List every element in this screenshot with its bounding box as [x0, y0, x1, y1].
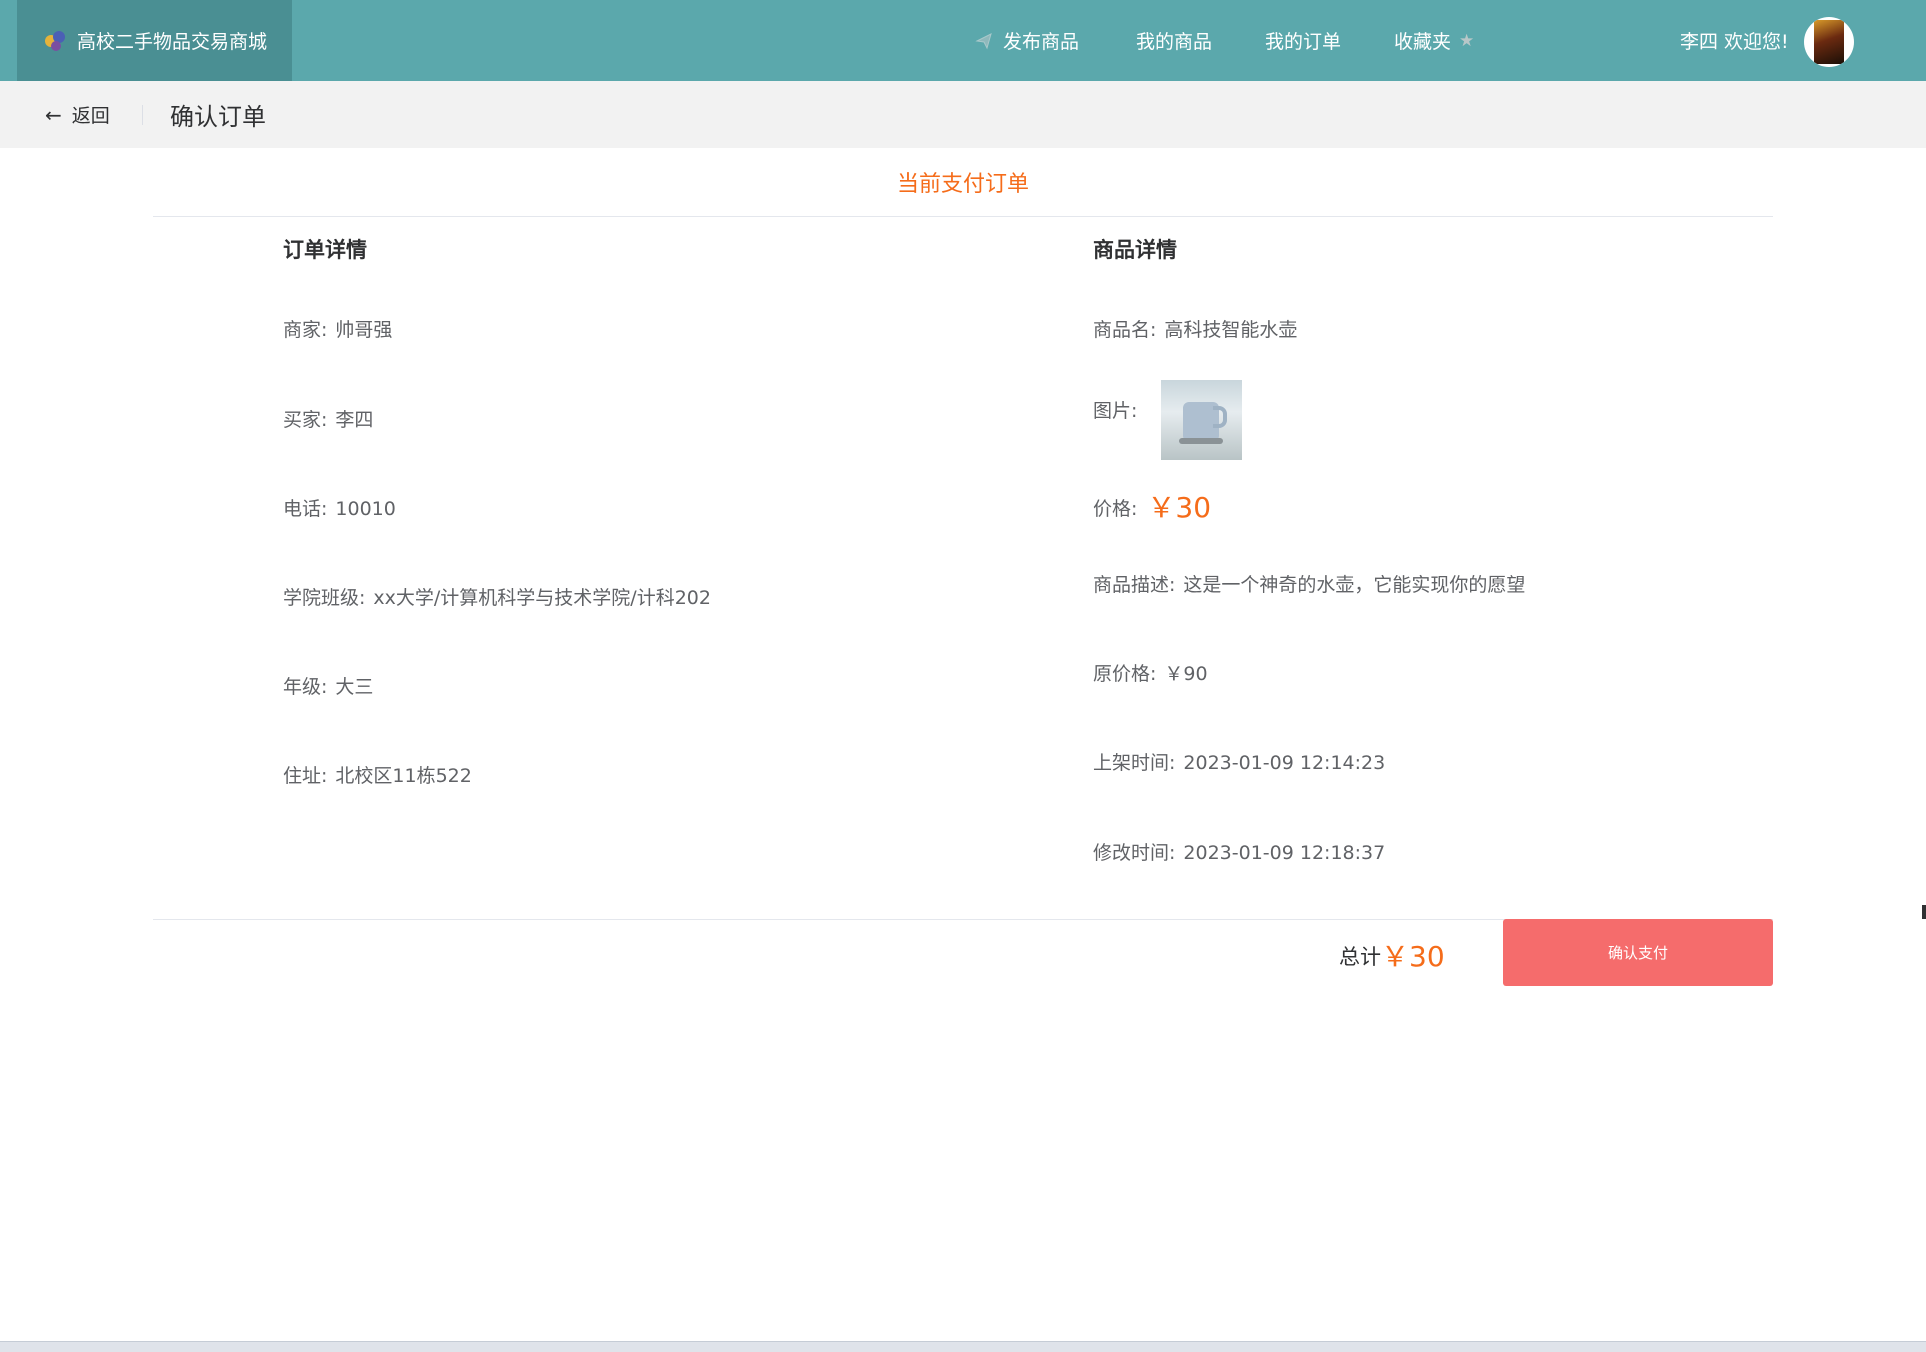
site-logo-icon — [43, 29, 67, 53]
original-price-label: 原价格: — [1093, 663, 1157, 685]
college-label: 学院班级: — [283, 587, 366, 609]
grade-label: 年级: — [283, 676, 328, 698]
seller-field: 商家: 帅哥强 — [283, 315, 392, 342]
scrollbar-edge — [1922, 905, 1926, 919]
modified-time-field: 修改时间: 2023-01-09 12:18:37 — [1093, 838, 1385, 865]
nav-publish-goods[interactable]: 发布商品 — [975, 0, 1079, 81]
phone-field: 电话: 10010 — [283, 494, 396, 521]
total-label: 总计 — [1339, 945, 1381, 969]
site-brand[interactable]: 高校二手物品交易商城 — [17, 0, 292, 81]
buyer-value: 李四 — [335, 409, 374, 431]
modified-time-value: 2023-01-09 12:18:37 — [1183, 842, 1386, 864]
seller-value: 帅哥强 — [335, 319, 393, 341]
goods-details-title: 商品详情 — [1093, 238, 1177, 262]
back-button[interactable]: ← 返回 — [45, 81, 110, 148]
grade-value: 大三 — [335, 676, 374, 698]
send-icon — [975, 32, 993, 50]
avatar-image — [1814, 20, 1844, 64]
goods-name-label: 商品名: — [1093, 319, 1157, 341]
goods-image[interactable] — [1161, 380, 1242, 460]
college-field: 学院班级: xx大学/计算机科学与技术学院/计科202 — [283, 583, 711, 610]
goods-image-field: 图片: — [1093, 396, 1145, 423]
nav-my-goods-label: 我的商品 — [1136, 31, 1213, 53]
top-navbar: 高校二手物品交易商城 发布商品 我的商品 我的订单 收藏夹 ★ 李四 欢迎您! — [0, 0, 1926, 81]
listed-time-field: 上架时间: 2023-01-09 12:14:23 — [1093, 748, 1385, 775]
goods-name-value: 高科技智能水壶 — [1164, 319, 1298, 341]
nav-favorites[interactable]: 收藏夹 ★ — [1394, 0, 1474, 81]
goods-name-field: 商品名: 高科技智能水壶 — [1093, 315, 1297, 342]
order-total: 总计￥30 — [1339, 935, 1445, 975]
listed-time-value: 2023-01-09 12:14:23 — [1183, 752, 1386, 774]
total-amount: ￥30 — [1381, 940, 1445, 973]
nav-my-orders-label: 我的订单 — [1265, 31, 1342, 53]
back-label: 返回 — [71, 105, 110, 127]
address-field: 住址: 北校区11栋522 — [283, 761, 472, 788]
user-greeting: 李四 欢迎您! — [1680, 31, 1789, 53]
buyer-label: 买家: — [283, 409, 328, 431]
divider — [142, 105, 143, 125]
address-label: 住址: — [283, 765, 328, 787]
nav-my-orders[interactable]: 我的订单 — [1265, 0, 1341, 81]
order-details-title: 订单详情 — [283, 238, 367, 262]
browser-bottom-bar — [0, 1341, 1926, 1352]
original-price-field: 原价格: ￥90 — [1093, 659, 1208, 686]
goods-image-label: 图片: — [1093, 400, 1138, 422]
original-price-value: ￥90 — [1164, 663, 1208, 685]
seller-label: 商家: — [283, 319, 328, 341]
arrow-left-icon: ← — [45, 102, 62, 127]
goods-desc-label: 商品描述: — [1093, 574, 1176, 596]
nav-favorites-label: 收藏夹 — [1394, 31, 1452, 53]
star-icon: ★ — [1459, 30, 1475, 51]
price-label: 价格: — [1093, 498, 1138, 520]
price-field: 价格: ￥30 — [1093, 486, 1211, 526]
phone-label: 电话: — [283, 498, 328, 520]
price-value: ￥30 — [1147, 491, 1212, 524]
page-title: 确认订单 — [170, 103, 266, 131]
goods-desc-field: 商品描述: 这是一个神奇的水壶，它能实现你的愿望 — [1093, 570, 1525, 597]
page-header: ← 返回 确认订单 — [0, 81, 1926, 148]
address-value: 北校区11栋522 — [335, 765, 472, 787]
site-title: 高校二手物品交易商城 — [77, 31, 268, 53]
nav-my-goods[interactable]: 我的商品 — [1136, 0, 1212, 81]
confirm-pay-button[interactable]: 确认支付 — [1503, 919, 1773, 986]
avatar[interactable] — [1804, 17, 1854, 67]
section-title: 当前支付订单 — [153, 148, 1773, 217]
nav-publish-label: 发布商品 — [1003, 31, 1080, 53]
modified-time-label: 修改时间: — [1093, 842, 1176, 864]
goods-desc-value: 这是一个神奇的水壶，它能实现你的愿望 — [1183, 574, 1526, 596]
phone-value: 10010 — [335, 498, 396, 520]
buyer-field: 买家: 李四 — [283, 405, 373, 432]
grade-field: 年级: 大三 — [283, 672, 373, 699]
college-value: xx大学/计算机科学与技术学院/计科202 — [373, 587, 711, 609]
listed-time-label: 上架时间: — [1093, 752, 1176, 774]
